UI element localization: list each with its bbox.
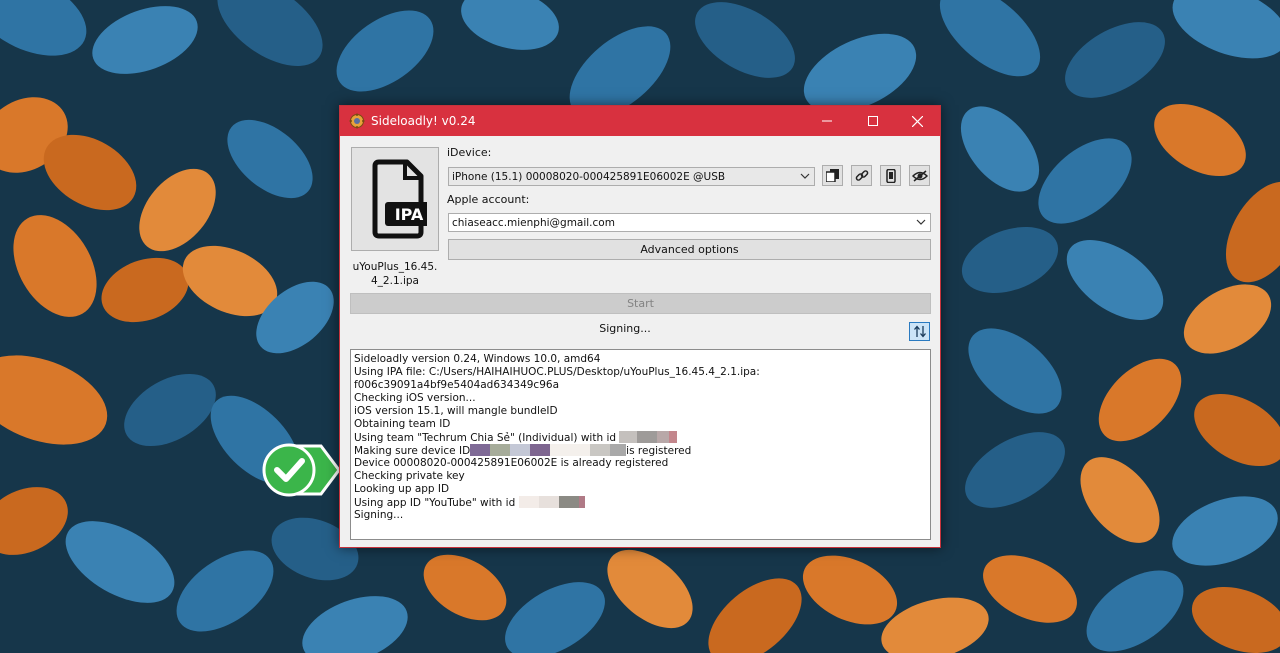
apple-account-label: Apple account: bbox=[447, 193, 530, 206]
sort-arrows-icon bbox=[913, 325, 926, 338]
minimize-icon bbox=[822, 120, 832, 122]
log-line: iOS version 15.1, will mangle bundleID bbox=[354, 405, 558, 417]
chevron-down-icon bbox=[916, 219, 926, 225]
log-line: Checking iOS version... bbox=[354, 392, 476, 404]
close-button[interactable] bbox=[894, 106, 940, 136]
log-line: Signing... bbox=[354, 509, 404, 521]
minimize-button[interactable] bbox=[804, 106, 850, 136]
log-line: Obtaining team ID bbox=[354, 418, 451, 430]
log-line-text: is registered bbox=[626, 445, 692, 457]
status-text: Signing... bbox=[599, 322, 651, 335]
maximize-button[interactable] bbox=[850, 106, 896, 136]
window-title: Sideloadly! v0.24 bbox=[371, 114, 476, 128]
log-line: f006c39091a4bf9e5404ad634349c96a bbox=[354, 379, 560, 391]
hide-button[interactable] bbox=[909, 165, 930, 186]
log-line: Sideloadly version 0.24, Windows 10.0, a… bbox=[354, 353, 601, 365]
apple-account-value: chiaseacc.mienphi@gmail.com bbox=[452, 217, 615, 229]
ipa-file-name: uYouPlus_16.45.4_2.1.ipa bbox=[352, 261, 438, 287]
ipa-file-icon: IPA bbox=[372, 159, 427, 239]
advanced-options-button[interactable]: Advanced options bbox=[448, 239, 931, 260]
link-icon bbox=[855, 169, 868, 181]
ipa-drop-area[interactable]: IPA bbox=[351, 147, 439, 251]
eye-slash-icon bbox=[911, 169, 928, 182]
redacted-block bbox=[518, 496, 539, 508]
log-line: Using IPA file: C:/Users/HAIHAIHUOC.PLUS… bbox=[354, 366, 760, 378]
copy-button[interactable] bbox=[822, 165, 843, 186]
idevice-value: iPhone (15.1) 00008020-000425891E06002E … bbox=[452, 171, 726, 183]
log-line: Making sure device ID is registered bbox=[354, 444, 930, 457]
redacted-block bbox=[470, 444, 491, 456]
log-line: Using app ID "YouTube" with id bbox=[354, 496, 930, 509]
copy-icon bbox=[826, 169, 839, 182]
log-line: Using team "Techrum Chia Sẻ" (Individual… bbox=[354, 431, 930, 444]
ipa-badge-text: IPA bbox=[395, 205, 424, 224]
close-icon bbox=[911, 115, 923, 127]
device-button[interactable] bbox=[880, 165, 901, 186]
check-badge-icon bbox=[262, 443, 341, 497]
log-output[interactable]: Sideloadly version 0.24, Windows 10.0, a… bbox=[350, 349, 931, 540]
link-button[interactable] bbox=[851, 165, 872, 186]
sideloadly-window: Sideloadly! v0.24 IPA uYouPlus_16.45.4_2… bbox=[339, 105, 941, 548]
start-button[interactable]: Start bbox=[350, 293, 931, 314]
log-line: Checking private key bbox=[354, 470, 465, 482]
log-line-text: Using app ID "YouTube" with id bbox=[354, 497, 516, 509]
idevice-label: iDevice: bbox=[447, 146, 492, 159]
sort-log-button[interactable] bbox=[909, 322, 930, 341]
redacted-block bbox=[619, 431, 638, 443]
log-line: Device 00008020-000425891E06002E is alre… bbox=[354, 457, 669, 469]
log-line-text: Making sure device ID bbox=[354, 445, 471, 457]
phone-icon bbox=[885, 168, 896, 183]
app-gear-icon bbox=[349, 113, 365, 129]
maximize-icon bbox=[868, 116, 878, 126]
title-bar[interactable]: Sideloadly! v0.24 bbox=[340, 106, 940, 136]
idevice-select[interactable]: iPhone (15.1) 00008020-000425891E06002E … bbox=[448, 167, 815, 186]
chevron-down-icon bbox=[800, 173, 810, 179]
log-line-text: Using team "Techrum Chia Sẻ" (Individual… bbox=[354, 432, 617, 444]
log-line: Looking up app ID bbox=[354, 483, 450, 495]
apple-account-select[interactable]: chiaseacc.mienphi@gmail.com bbox=[448, 213, 931, 232]
